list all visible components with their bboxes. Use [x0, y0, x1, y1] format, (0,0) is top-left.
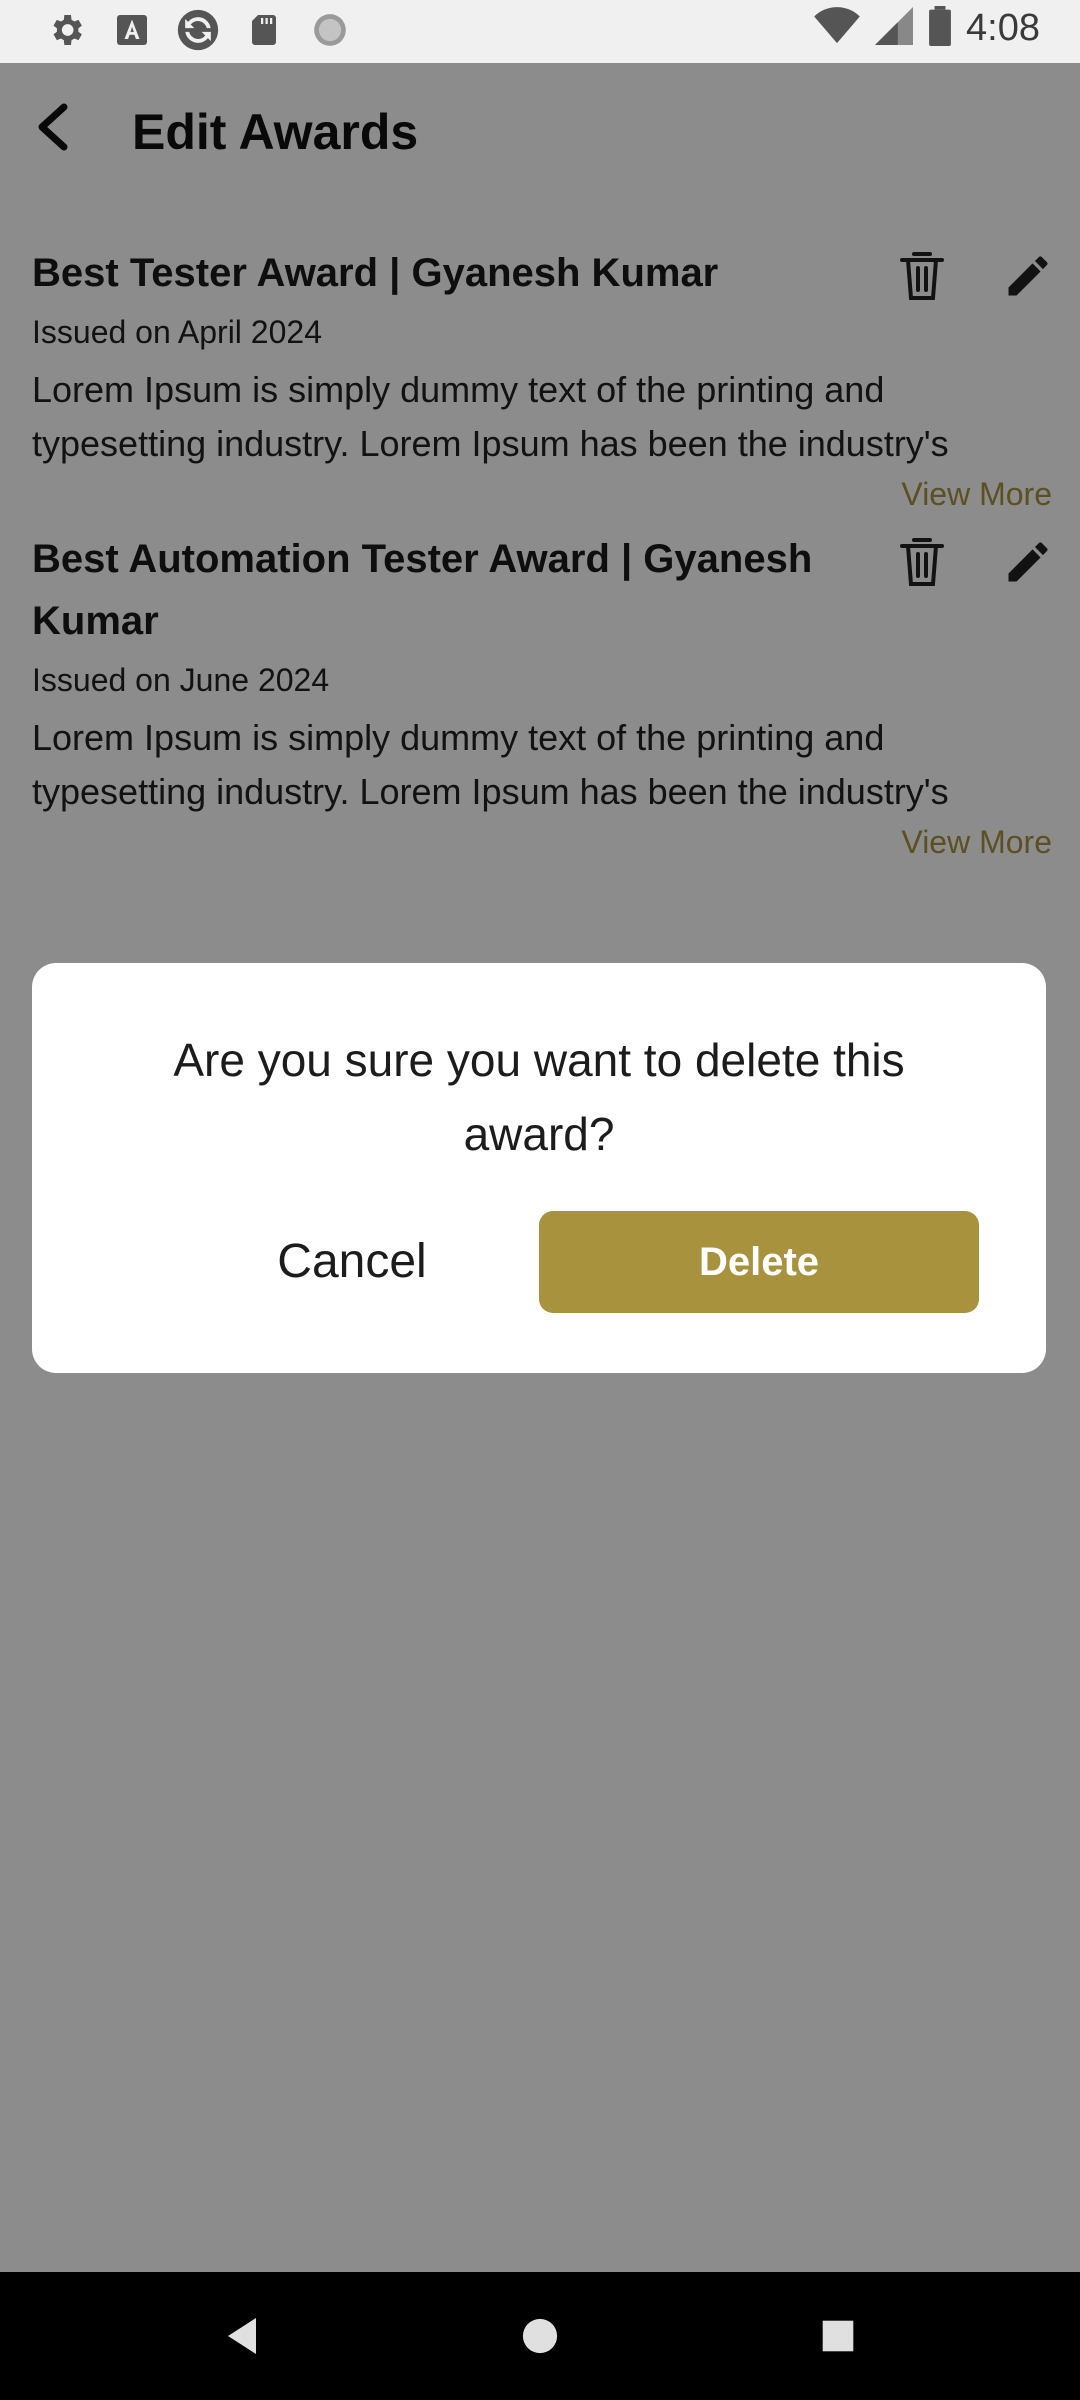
nav-back-icon[interactable]: [212, 2306, 272, 2366]
sd-card-icon: [242, 8, 286, 52]
sync-icon: [176, 8, 220, 52]
signal-icon: [874, 7, 914, 50]
status-bar: 4:08: [0, 0, 1080, 63]
delete-button[interactable]: Delete: [539, 1211, 979, 1313]
font-icon: [110, 8, 154, 52]
delete-confirm-dialog: Are you sure you want to delete this awa…: [32, 963, 1046, 1373]
status-bar-right: 4:08: [814, 6, 1040, 51]
system-nav-bar: [0, 2272, 1080, 2400]
cancel-button[interactable]: Cancel: [172, 1211, 532, 1311]
status-bar-left-icons: [44, 8, 352, 52]
battery-icon: [928, 6, 952, 51]
status-time: 4:08: [966, 7, 1040, 49]
nav-recents-icon[interactable]: [808, 2306, 868, 2366]
dialog-message: Are you sure you want to delete this awa…: [173, 1034, 905, 1160]
nav-home-icon[interactable]: [510, 2306, 570, 2366]
settings-icon: [44, 8, 88, 52]
circle-icon: [308, 8, 352, 52]
wifi-icon: [814, 7, 860, 50]
